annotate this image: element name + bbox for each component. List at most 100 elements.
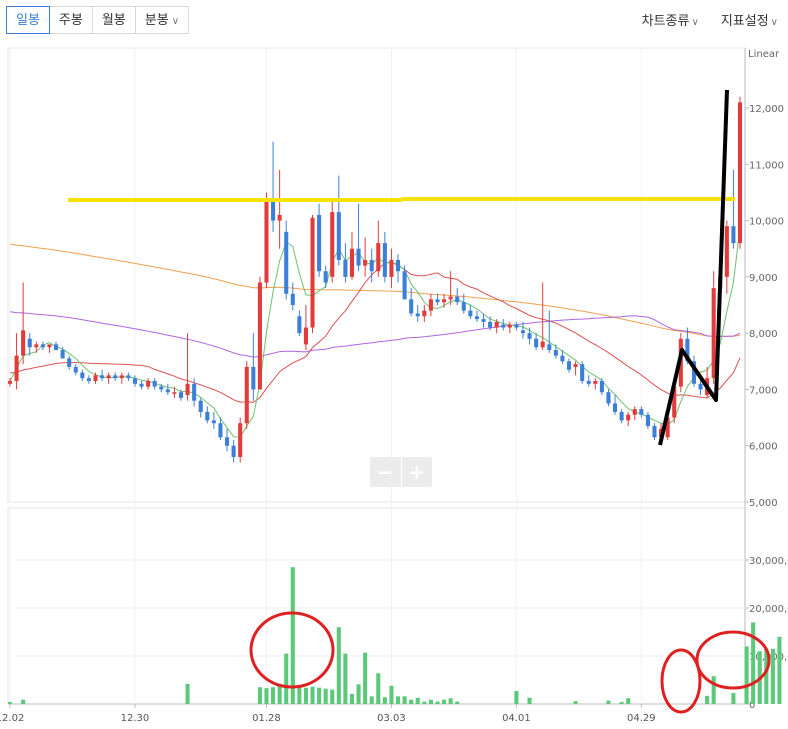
candle-body — [481, 319, 486, 322]
zoom-controls: − + — [370, 457, 432, 487]
candle-body — [211, 420, 216, 424]
volume-bar — [271, 687, 276, 704]
price-panel-frame — [7, 47, 746, 503]
candle-body — [113, 375, 118, 379]
candle-body — [264, 198, 269, 283]
candle-body — [402, 271, 407, 300]
price-tick-label: 6,000 — [749, 442, 778, 453]
candle-body — [205, 411, 210, 421]
volume-bar — [349, 693, 355, 704]
candle-body — [382, 243, 387, 277]
candle-body — [514, 324, 519, 328]
volume-bar — [606, 700, 611, 704]
candle-body — [593, 380, 598, 384]
candle-body — [566, 361, 572, 370]
volume-bar — [336, 627, 341, 704]
candle-body — [185, 383, 190, 396]
candle-body — [428, 299, 433, 311]
volume-bar — [389, 685, 394, 704]
candle-body — [224, 437, 230, 446]
candle-body — [284, 231, 289, 294]
yellow-resistance-line — [68, 197, 735, 202]
candle-body — [14, 355, 19, 381]
candle-body — [369, 259, 374, 272]
volume-bar — [317, 687, 322, 704]
candle-body — [47, 344, 52, 348]
candle-body — [7, 380, 13, 384]
volume-bar — [402, 696, 407, 704]
candle-body — [27, 338, 32, 348]
candle-body — [165, 389, 170, 393]
volume-bar — [744, 646, 749, 704]
candle-body — [60, 350, 65, 359]
volume-bar — [297, 687, 302, 704]
candle-body — [711, 288, 716, 379]
candle-body — [606, 392, 611, 404]
candle-body — [21, 330, 26, 356]
candle-body — [494, 321, 499, 328]
candle-body — [178, 392, 184, 398]
candle-body — [540, 341, 545, 348]
candle-body — [297, 316, 302, 334]
candle-body — [461, 302, 466, 311]
candle-body — [363, 259, 368, 266]
ma20-line — [9, 261, 741, 403]
candle-body — [547, 344, 552, 351]
volume-bar — [705, 695, 710, 704]
candle-body — [126, 375, 131, 379]
scale-label: Linear — [748, 49, 780, 60]
candle-body — [534, 338, 539, 348]
candle-body — [474, 316, 479, 320]
candle-body — [698, 383, 703, 390]
price-tick-label: 11,000 — [749, 160, 784, 171]
candle-body — [86, 378, 91, 381]
volume-bar — [455, 701, 460, 704]
x-tick-label: 12.02 — [0, 713, 24, 724]
price-tick-label: 9,000 — [749, 273, 778, 284]
stock-chart[interactable]: 5,000 6,000 7,000 8,000 9,000 10,000 11,000 12,… — [0, 0, 788, 729]
volume-bar — [7, 702, 13, 704]
volume-bar — [777, 636, 782, 704]
candle-body — [192, 383, 197, 401]
price-tick-label: 7,000 — [749, 385, 778, 396]
price-tick-label: 5,000 — [749, 498, 778, 509]
volume-bar — [448, 698, 453, 704]
candle-body — [527, 333, 532, 339]
volume-bar — [619, 702, 624, 704]
candle-body — [303, 327, 308, 345]
candle-body — [80, 372, 85, 379]
candle-body — [159, 386, 164, 390]
ma120-line — [9, 243, 741, 338]
candle-body — [488, 321, 493, 328]
volume-bar — [395, 696, 401, 704]
candle-body — [100, 375, 105, 379]
candle-body — [573, 364, 578, 367]
candle-body — [395, 259, 401, 272]
candle-body — [553, 350, 558, 356]
candle-body — [639, 409, 644, 415]
x-tick-label: 03.03 — [377, 713, 406, 724]
candle-body — [198, 400, 203, 412]
candle-body — [632, 409, 637, 415]
volume-bar — [369, 696, 374, 704]
volume-bar — [356, 684, 361, 704]
candle-body — [448, 296, 453, 300]
candle-body — [645, 414, 650, 427]
price-tick-label: 8,000 — [749, 329, 778, 340]
candle-body — [310, 217, 315, 328]
candle-body — [152, 380, 157, 387]
zoom-out-button[interactable]: − — [370, 457, 401, 487]
candle-body — [468, 310, 473, 317]
volume-bar — [21, 699, 26, 704]
candle-body — [146, 380, 151, 387]
candle-body — [501, 324, 506, 328]
candle-body — [599, 380, 604, 393]
x-tick-label: 04.01 — [502, 713, 531, 724]
candle-body — [435, 299, 440, 303]
volume-bar — [626, 698, 631, 704]
zoom-in-button[interactable]: + — [402, 457, 433, 487]
candle-body — [231, 445, 236, 457]
volume-bar — [514, 691, 519, 704]
red-circle-highlight — [660, 648, 702, 714]
volume-bar — [330, 689, 335, 704]
